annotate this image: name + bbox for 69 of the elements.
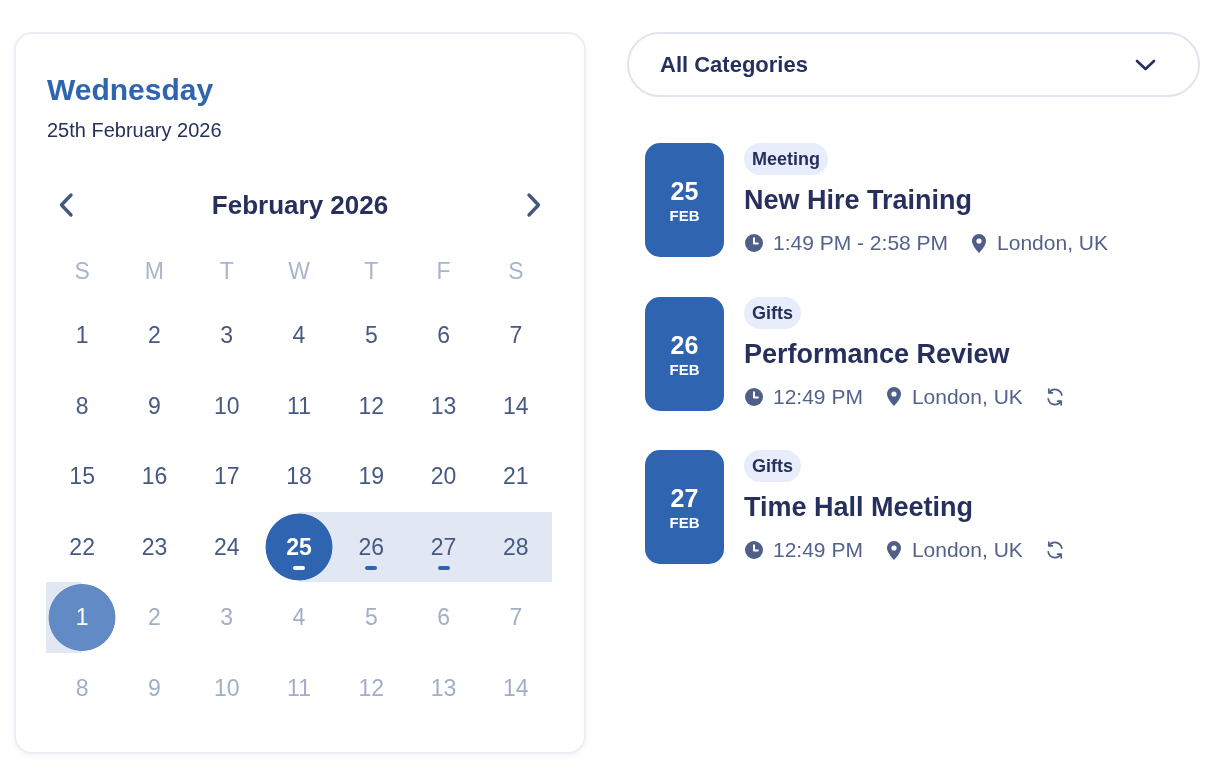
location-pin-icon [886, 387, 901, 406]
calendar-day[interactable]: 17 [190, 441, 263, 512]
event-location: London, UK [997, 231, 1108, 255]
calendar-day[interactable]: 25 [262, 511, 336, 582]
calendar-day[interactable]: 2 [118, 300, 191, 371]
calendar-day[interactable]: 16 [118, 441, 191, 512]
previous-month-button[interactable] [58, 192, 74, 218]
event-day: 26 [670, 330, 699, 359]
event-time: 1:49 PM - 2:58 PM [773, 231, 949, 255]
calendar-day[interactable]: 23 [118, 511, 191, 582]
clock-icon [745, 387, 763, 406]
category-dropdown[interactable]: All Categories [627, 32, 1200, 97]
event-day: 25 [670, 177, 699, 205]
next-month-button[interactable] [526, 192, 542, 218]
calendar-day[interactable]: 5 [335, 300, 408, 371]
calendar-day[interactable]: 26 [335, 511, 408, 582]
calendar-day[interactable]: 11 [262, 370, 336, 441]
calendar-day[interactable]: 24 [190, 511, 263, 582]
weekday-label: T [364, 258, 379, 284]
event-month: FEB [669, 207, 700, 225]
chevron-down-icon [1135, 58, 1156, 71]
clock-icon [745, 541, 763, 559]
month-title: February 2026 [211, 189, 389, 221]
calendar-day[interactable]: 4 [262, 300, 336, 371]
weekday-label: F [436, 258, 451, 284]
event-time: 12:49 PM [773, 538, 863, 562]
calendar-day[interactable]: 10 [190, 370, 263, 441]
event-category: Gifts [744, 296, 801, 329]
event-month: FEB [669, 514, 700, 532]
location-pin-icon [886, 540, 901, 560]
event-location: London, UK [911, 538, 1023, 562]
selected-weekday: Wednesday [47, 72, 214, 108]
weekday-label: S [74, 258, 90, 284]
calendar-day[interactable]: 1 [46, 582, 119, 653]
weekday-label: M [144, 258, 164, 284]
event-month: FEB [669, 360, 700, 379]
event-title: Time Hall Meeting [744, 491, 974, 523]
event-category: Gifts [744, 450, 801, 482]
calendar-day[interactable]: 21 [479, 441, 552, 512]
calendar-day[interactable]: 8 [46, 370, 119, 441]
calendar-day[interactable]: 19 [335, 441, 408, 512]
weekday-label: T [219, 258, 234, 284]
calendar-day[interactable]: 12 [335, 370, 408, 441]
calendar-day[interactable]: 1 [46, 300, 119, 371]
event-title: Performance Review [744, 337, 1010, 370]
event-location: London, UK [911, 384, 1023, 409]
event-category: Meeting [744, 143, 828, 175]
calendar-day[interactable]: 27 [407, 511, 480, 582]
event-day: 27 [670, 484, 699, 512]
calendar-day[interactable]: 14 [479, 370, 552, 441]
location-pin-icon [972, 233, 987, 253]
chevron-left-icon [58, 192, 74, 218]
chevron-right-icon [526, 192, 542, 218]
calendar-day[interactable]: 18 [262, 441, 336, 512]
calendar-day[interactable]: 6 [407, 300, 480, 371]
calendar-day[interactable]: 20 [407, 441, 480, 512]
calendar-day[interactable]: 3 [190, 300, 263, 371]
calendar-day[interactable]: 9 [118, 370, 191, 441]
calendar-day[interactable]: 22 [46, 511, 119, 582]
weekday-label: S [508, 258, 524, 284]
weekday-label: W [288, 258, 310, 284]
calendar-day[interactable]: 28 [479, 511, 552, 582]
calendar-day[interactable]: 15 [46, 441, 119, 512]
calendar-day[interactable]: 13 [407, 370, 480, 441]
calendar-day[interactable]: 7 [479, 300, 552, 371]
event-title: New Hire Training [744, 184, 973, 216]
event-time: 12:49 PM [773, 384, 863, 409]
clock-icon [745, 234, 763, 252]
selected-date: 25th February 2026 [47, 118, 222, 142]
